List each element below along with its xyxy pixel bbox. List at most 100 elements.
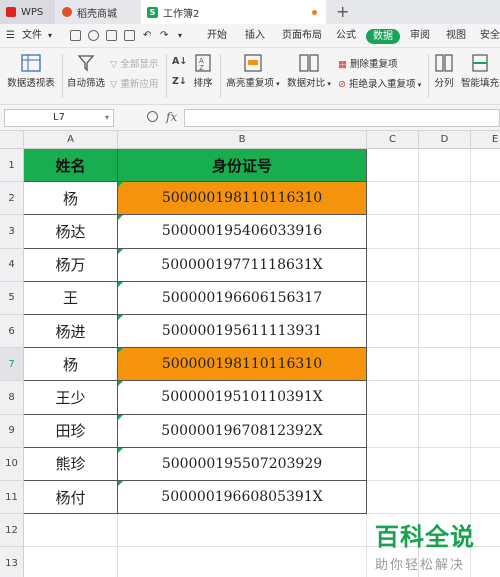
name-cell[interactable]: 杨 [24, 348, 118, 382]
row-header-13[interactable]: 13 [0, 547, 24, 577]
cell-e9[interactable] [471, 415, 500, 448]
id-cell[interactable]: 500000198110116310 [118, 182, 367, 216]
menu-data[interactable]: 数据 [366, 29, 400, 44]
menu-security[interactable]: 安全 [480, 28, 500, 44]
cell-c1[interactable] [367, 149, 419, 183]
name-cell[interactable]: 杨进 [24, 315, 118, 349]
cell-c8[interactable] [367, 381, 419, 415]
menu-view[interactable]: 视图 [446, 28, 466, 44]
hamburger-menu-icon[interactable]: ☰ [6, 28, 15, 44]
cell-c4[interactable] [367, 248, 419, 282]
new-tab-plus-icon[interactable]: + [336, 2, 349, 21]
cell-c3[interactable] [367, 215, 419, 249]
name-cell[interactable]: 杨达 [24, 215, 118, 249]
cell-e8[interactable] [471, 381, 500, 415]
cell-e1[interactable] [471, 149, 500, 183]
highlight-duplicates-button[interactable]: 高亮重复项 ▾ [226, 54, 280, 89]
cell-e2[interactable] [471, 182, 500, 216]
redo-icon[interactable]: ↷ [160, 28, 168, 44]
cell-e4[interactable] [471, 249, 500, 282]
name-cell[interactable]: 熊珍 [24, 447, 118, 481]
name-cell[interactable]: 田珍 [24, 414, 118, 448]
undo-history-icon[interactable] [88, 30, 99, 41]
zoom-icon[interactable] [147, 111, 158, 122]
smart-fill-button[interactable]: 智能填充 [460, 54, 500, 89]
menu-home[interactable]: 开始 [207, 28, 227, 44]
cell-c11[interactable] [367, 481, 419, 515]
data-compare-button[interactable]: 数据对比 ▾ [286, 54, 332, 89]
id-cell[interactable]: 500000195611113931 [118, 315, 367, 349]
print-icon[interactable] [106, 30, 117, 41]
sort-button[interactable]: AZ 排序 [192, 54, 214, 89]
id-cell[interactable]: 500000195507203929 [118, 447, 367, 481]
column-header-b[interactable]: B [118, 131, 367, 149]
row-header-7[interactable]: 7 [0, 348, 24, 382]
row-header-3[interactable]: 3 [0, 215, 24, 249]
menu-formulas[interactable]: 公式 [336, 28, 356, 44]
name-box-dropdown-icon[interactable]: ▾ [105, 110, 109, 126]
reapply-button[interactable]: ▽ 重新应用 [110, 76, 158, 90]
sort-asc-button[interactable]: A↓ [172, 56, 187, 67]
reject-duplicates-button[interactable]: ⊘ 拒绝录入重复项 ▾ [338, 76, 421, 90]
name-cell[interactable]: 杨付 [24, 481, 118, 515]
row-header-1[interactable]: 1 [0, 149, 24, 183]
column-header-d[interactable]: D [419, 131, 471, 149]
column-header-c[interactable]: C [367, 131, 419, 149]
name-cell[interactable]: 王少 [24, 381, 118, 415]
header-id-cell[interactable]: 身份证号 [118, 149, 367, 183]
tab-docer-store[interactable]: 稻壳商城 [56, 0, 141, 24]
id-cell[interactable]: 50000019670812392X [118, 414, 367, 448]
cell-d8[interactable] [419, 381, 471, 415]
cell-d11[interactable] [419, 481, 471, 515]
cell-d6[interactable] [419, 315, 471, 349]
cell-c6[interactable] [367, 315, 419, 349]
tab-wps[interactable]: WPS [0, 0, 55, 24]
menu-review[interactable]: 审阅 [410, 28, 430, 44]
menu-insert[interactable]: 插入 [245, 28, 265, 44]
row-header-9[interactable]: 9 [0, 414, 24, 448]
row-header-12[interactable]: 12 [0, 514, 24, 548]
row-header-11[interactable]: 11 [0, 481, 24, 515]
row-header-4[interactable]: 4 [0, 248, 24, 282]
cell-e5[interactable] [471, 282, 500, 315]
cell-c9[interactable] [367, 414, 419, 448]
cell-e7[interactable] [471, 348, 500, 382]
name-box[interactable]: L7 ▾ [4, 109, 114, 127]
id-cell[interactable]: 500000195406033916 [118, 215, 367, 249]
name-cell[interactable]: 杨万 [24, 248, 118, 282]
cell-d3[interactable] [419, 215, 471, 249]
cell-a12[interactable] [24, 514, 118, 548]
cell-d7[interactable] [419, 348, 471, 382]
header-name-cell[interactable]: 姓名 [24, 149, 118, 183]
cell-d10[interactable] [419, 447, 471, 481]
column-header-e[interactable]: E [471, 131, 500, 149]
cell-d2[interactable] [419, 182, 471, 216]
print-preview-icon[interactable] [124, 30, 135, 41]
cell-d9[interactable] [419, 414, 471, 448]
name-cell[interactable]: 杨 [24, 182, 118, 216]
cell-d1[interactable] [419, 149, 471, 183]
tab-workbook[interactable]: S 工作簿2 [141, 0, 326, 24]
menu-page-layout[interactable]: 页面布局 [282, 28, 322, 44]
cell-d5[interactable] [419, 281, 471, 315]
id-cell[interactable]: 500000198110116310 [118, 348, 367, 382]
cell-c5[interactable] [367, 281, 419, 315]
pivot-table-button[interactable]: 数据透视表 [6, 54, 56, 89]
name-cell[interactable]: 王 [24, 281, 118, 315]
cell-c10[interactable] [367, 447, 419, 481]
cell-e10[interactable] [471, 448, 500, 481]
delete-duplicates-button[interactable]: ▦ 删除重复项 [338, 56, 398, 70]
fx-icon[interactable]: fx [166, 110, 177, 124]
row-header-8[interactable]: 8 [0, 381, 24, 415]
id-cell[interactable]: 50000019510110391X [118, 381, 367, 415]
file-dropdown-icon[interactable]: ▾ [48, 28, 52, 44]
cell-e3[interactable] [471, 215, 500, 249]
menu-file[interactable]: 文件 [22, 28, 42, 44]
cell-c2[interactable] [367, 182, 419, 216]
autofilter-button[interactable]: 自动筛选 [66, 54, 106, 89]
sort-desc-button[interactable]: Z↓ [172, 76, 187, 87]
cell-d4[interactable] [419, 248, 471, 282]
undo-icon[interactable]: ↶ [143, 28, 151, 44]
cell-a13[interactable] [24, 547, 118, 577]
id-cell[interactable]: 50000019771118631X [118, 248, 367, 282]
